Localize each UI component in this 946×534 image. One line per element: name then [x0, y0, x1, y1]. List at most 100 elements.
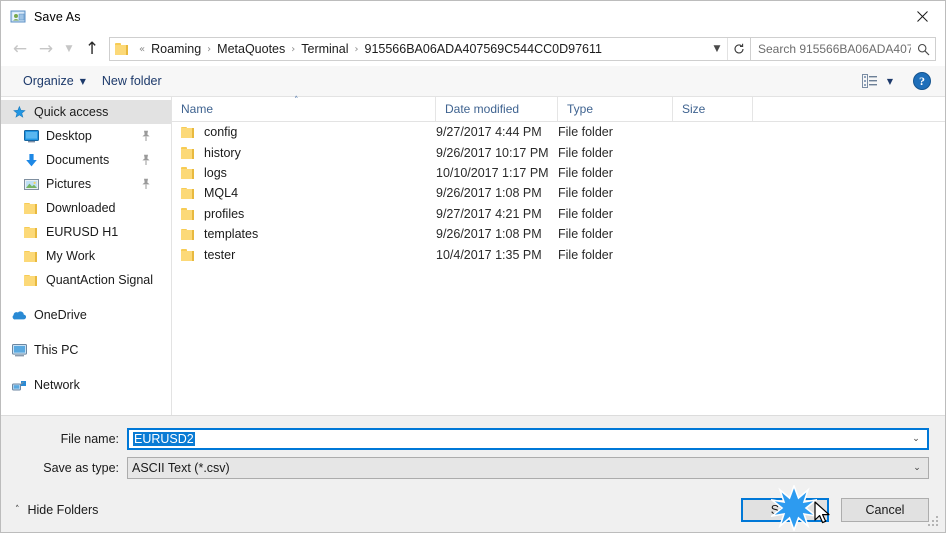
breadcrumb-item-roaming[interactable]: Roaming: [148, 41, 204, 57]
file-name-input[interactable]: EURUSD2 ⌄: [127, 428, 929, 450]
table-row[interactable]: tester 10/4/2017 1:35 PM File folder: [172, 244, 945, 264]
pin-icon[interactable]: [141, 154, 151, 166]
help-icon[interactable]: ?: [913, 72, 931, 90]
refresh-icon[interactable]: [727, 38, 750, 60]
search-input[interactable]: Search 915566BA06ADA40756...: [751, 42, 911, 56]
table-row[interactable]: history 9/26/2017 10:17 PM File folder: [172, 142, 945, 162]
column-header-type[interactable]: Type: [558, 97, 673, 121]
sidebar-item-quantaction-signal[interactable]: QuantAction Signal: [1, 268, 171, 292]
back-button[interactable]: ←: [7, 36, 33, 62]
address-dropdown-icon[interactable]: ▼: [707, 44, 727, 54]
chevron-down-icon: ▼: [79, 76, 86, 86]
file-type-cell: File folder: [558, 145, 613, 160]
file-list-pane: Name ˄ Date modified Type Size config 9/…: [172, 97, 945, 415]
sidebar-item-documents[interactable]: Documents: [1, 148, 171, 172]
table-row[interactable]: profiles 9/27/2017 4:21 PM File folder: [172, 204, 945, 224]
file-name-label: tester: [204, 247, 236, 262]
navigation-bar: ← → ▼ ↑ « Roaming › MetaQuotes › Termina…: [1, 32, 945, 66]
pin-icon[interactable]: [141, 178, 151, 190]
breadcrumb-separator: ›: [291, 43, 296, 55]
column-header-date-modified[interactable]: Date modified: [436, 97, 558, 121]
folder-icon: [181, 228, 196, 241]
file-name-row: File name: EURUSD2 ⌄: [17, 428, 929, 450]
breadcrumb: « Roaming › MetaQuotes › Terminal › 9155…: [136, 41, 707, 57]
address-bar[interactable]: « Roaming › MetaQuotes › Terminal › 9155…: [109, 37, 751, 61]
search-box[interactable]: Search 915566BA06ADA40756...: [751, 37, 936, 61]
command-bar: Organize ▼ New folder ▼ ?: [1, 66, 945, 97]
pin-icon[interactable]: [141, 130, 151, 142]
file-type-cell: File folder: [558, 227, 613, 242]
breadcrumb-item-terminal[interactable]: Terminal: [298, 41, 351, 57]
sidebar-item-eurusd-h1[interactable]: EURUSD H1: [1, 220, 171, 244]
breadcrumb-prefix: «: [139, 43, 146, 55]
table-row[interactable]: logs 10/10/2017 1:17 PM File folder: [172, 163, 945, 183]
table-row[interactable]: config 9/27/2017 4:44 PM File folder: [172, 122, 945, 142]
file-date-cell: 9/27/2017 4:21 PM: [436, 206, 542, 221]
sidebar-item-label: EURUSD H1: [46, 225, 119, 239]
chevron-down-icon[interactable]: ⌄: [906, 463, 928, 473]
forward-button[interactable]: →: [33, 36, 59, 62]
folder-icon: [181, 126, 196, 139]
sidebar-item-label: Desktop: [46, 129, 92, 143]
chevron-down-icon[interactable]: ▼: [885, 77, 901, 86]
chevron-down-icon[interactable]: ⌄: [905, 434, 927, 444]
sidebar-item-label: Pictures: [46, 177, 92, 191]
table-row[interactable]: MQL4 9/26/2017 1:08 PM File folder: [172, 183, 945, 203]
file-type-cell: File folder: [558, 206, 613, 221]
file-name-cell: templates: [172, 227, 436, 241]
new-folder-button[interactable]: New folder: [94, 71, 170, 91]
folder-icon: [181, 187, 196, 200]
organize-button[interactable]: Organize ▼: [15, 71, 94, 91]
sidebar-item-label: Documents: [46, 153, 110, 167]
sidebar-item-quick-access[interactable]: Quick access: [1, 100, 171, 124]
dialog-footer: ˄ Hide Folders Save Cancel: [1, 487, 945, 532]
chevron-down-icon: ▼: [65, 44, 73, 54]
column-header-label: Size: [682, 102, 706, 116]
file-name-value[interactable]: EURUSD2: [129, 432, 905, 446]
file-date-cell: 9/26/2017 1:08 PM: [436, 227, 542, 242]
file-type-cell: File folder: [558, 186, 613, 201]
folder-icon: [23, 200, 39, 216]
save-as-type-label: Save as type:: [43, 461, 119, 475]
arrow-left-icon: ←: [12, 38, 28, 59]
sidebar-item-this-pc[interactable]: This PC: [1, 338, 171, 362]
breadcrumb-item-terminal-id[interactable]: 915566BA06ADA407569C544CC0D97611: [362, 41, 605, 57]
sidebar-item-network[interactable]: Network: [1, 373, 171, 397]
network-icon: [11, 377, 27, 393]
column-header-label: Date modified: [445, 102, 520, 116]
save-button[interactable]: Save: [741, 497, 829, 522]
table-row[interactable]: templates 9/26/2017 1:08 PM File folder: [172, 224, 945, 244]
sidebar-item-onedrive[interactable]: OneDrive: [1, 303, 171, 327]
star-pin-icon: [11, 104, 27, 120]
recent-locations-button[interactable]: ▼: [59, 36, 79, 62]
hide-folders-label: Hide Folders: [27, 502, 99, 517]
save-as-app-icon: [10, 9, 26, 25]
sidebar-item-label: QuantAction Signal: [46, 273, 154, 287]
breadcrumb-item-metaquotes[interactable]: MetaQuotes: [214, 41, 288, 57]
up-one-level-button[interactable]: ↑: [79, 36, 105, 62]
file-name-cell: tester: [172, 248, 436, 262]
resize-grip[interactable]: [928, 516, 940, 528]
view-layout-icon[interactable]: [857, 71, 883, 91]
window-title: Save As: [34, 9, 81, 24]
save-as-type-select[interactable]: ASCII Text (*.csv) ⌄: [127, 457, 929, 479]
sort-ascending-icon: ˄: [294, 96, 299, 106]
file-name-label: templates: [204, 227, 259, 242]
sidebar-item-my-work[interactable]: My Work: [1, 244, 171, 268]
close-icon[interactable]: [899, 1, 945, 31]
cancel-button[interactable]: Cancel: [841, 497, 929, 522]
file-name-cell: logs: [172, 166, 436, 180]
hide-folders-button[interactable]: ˄ Hide Folders: [15, 503, 98, 517]
arrow-right-icon: →: [38, 38, 54, 59]
sidebar-item-downloaded[interactable]: Downloaded: [1, 196, 171, 220]
column-header-name[interactable]: Name ˄: [172, 97, 436, 121]
column-header-size[interactable]: Size: [673, 97, 753, 121]
sidebar-item-pictures[interactable]: Pictures: [1, 172, 171, 196]
file-name-label: config: [204, 125, 238, 140]
onedrive-cloud-icon: [11, 307, 27, 323]
sidebar-item-desktop[interactable]: Desktop: [1, 124, 171, 148]
file-name-label: logs: [204, 165, 227, 180]
folder-icon: [181, 166, 196, 179]
